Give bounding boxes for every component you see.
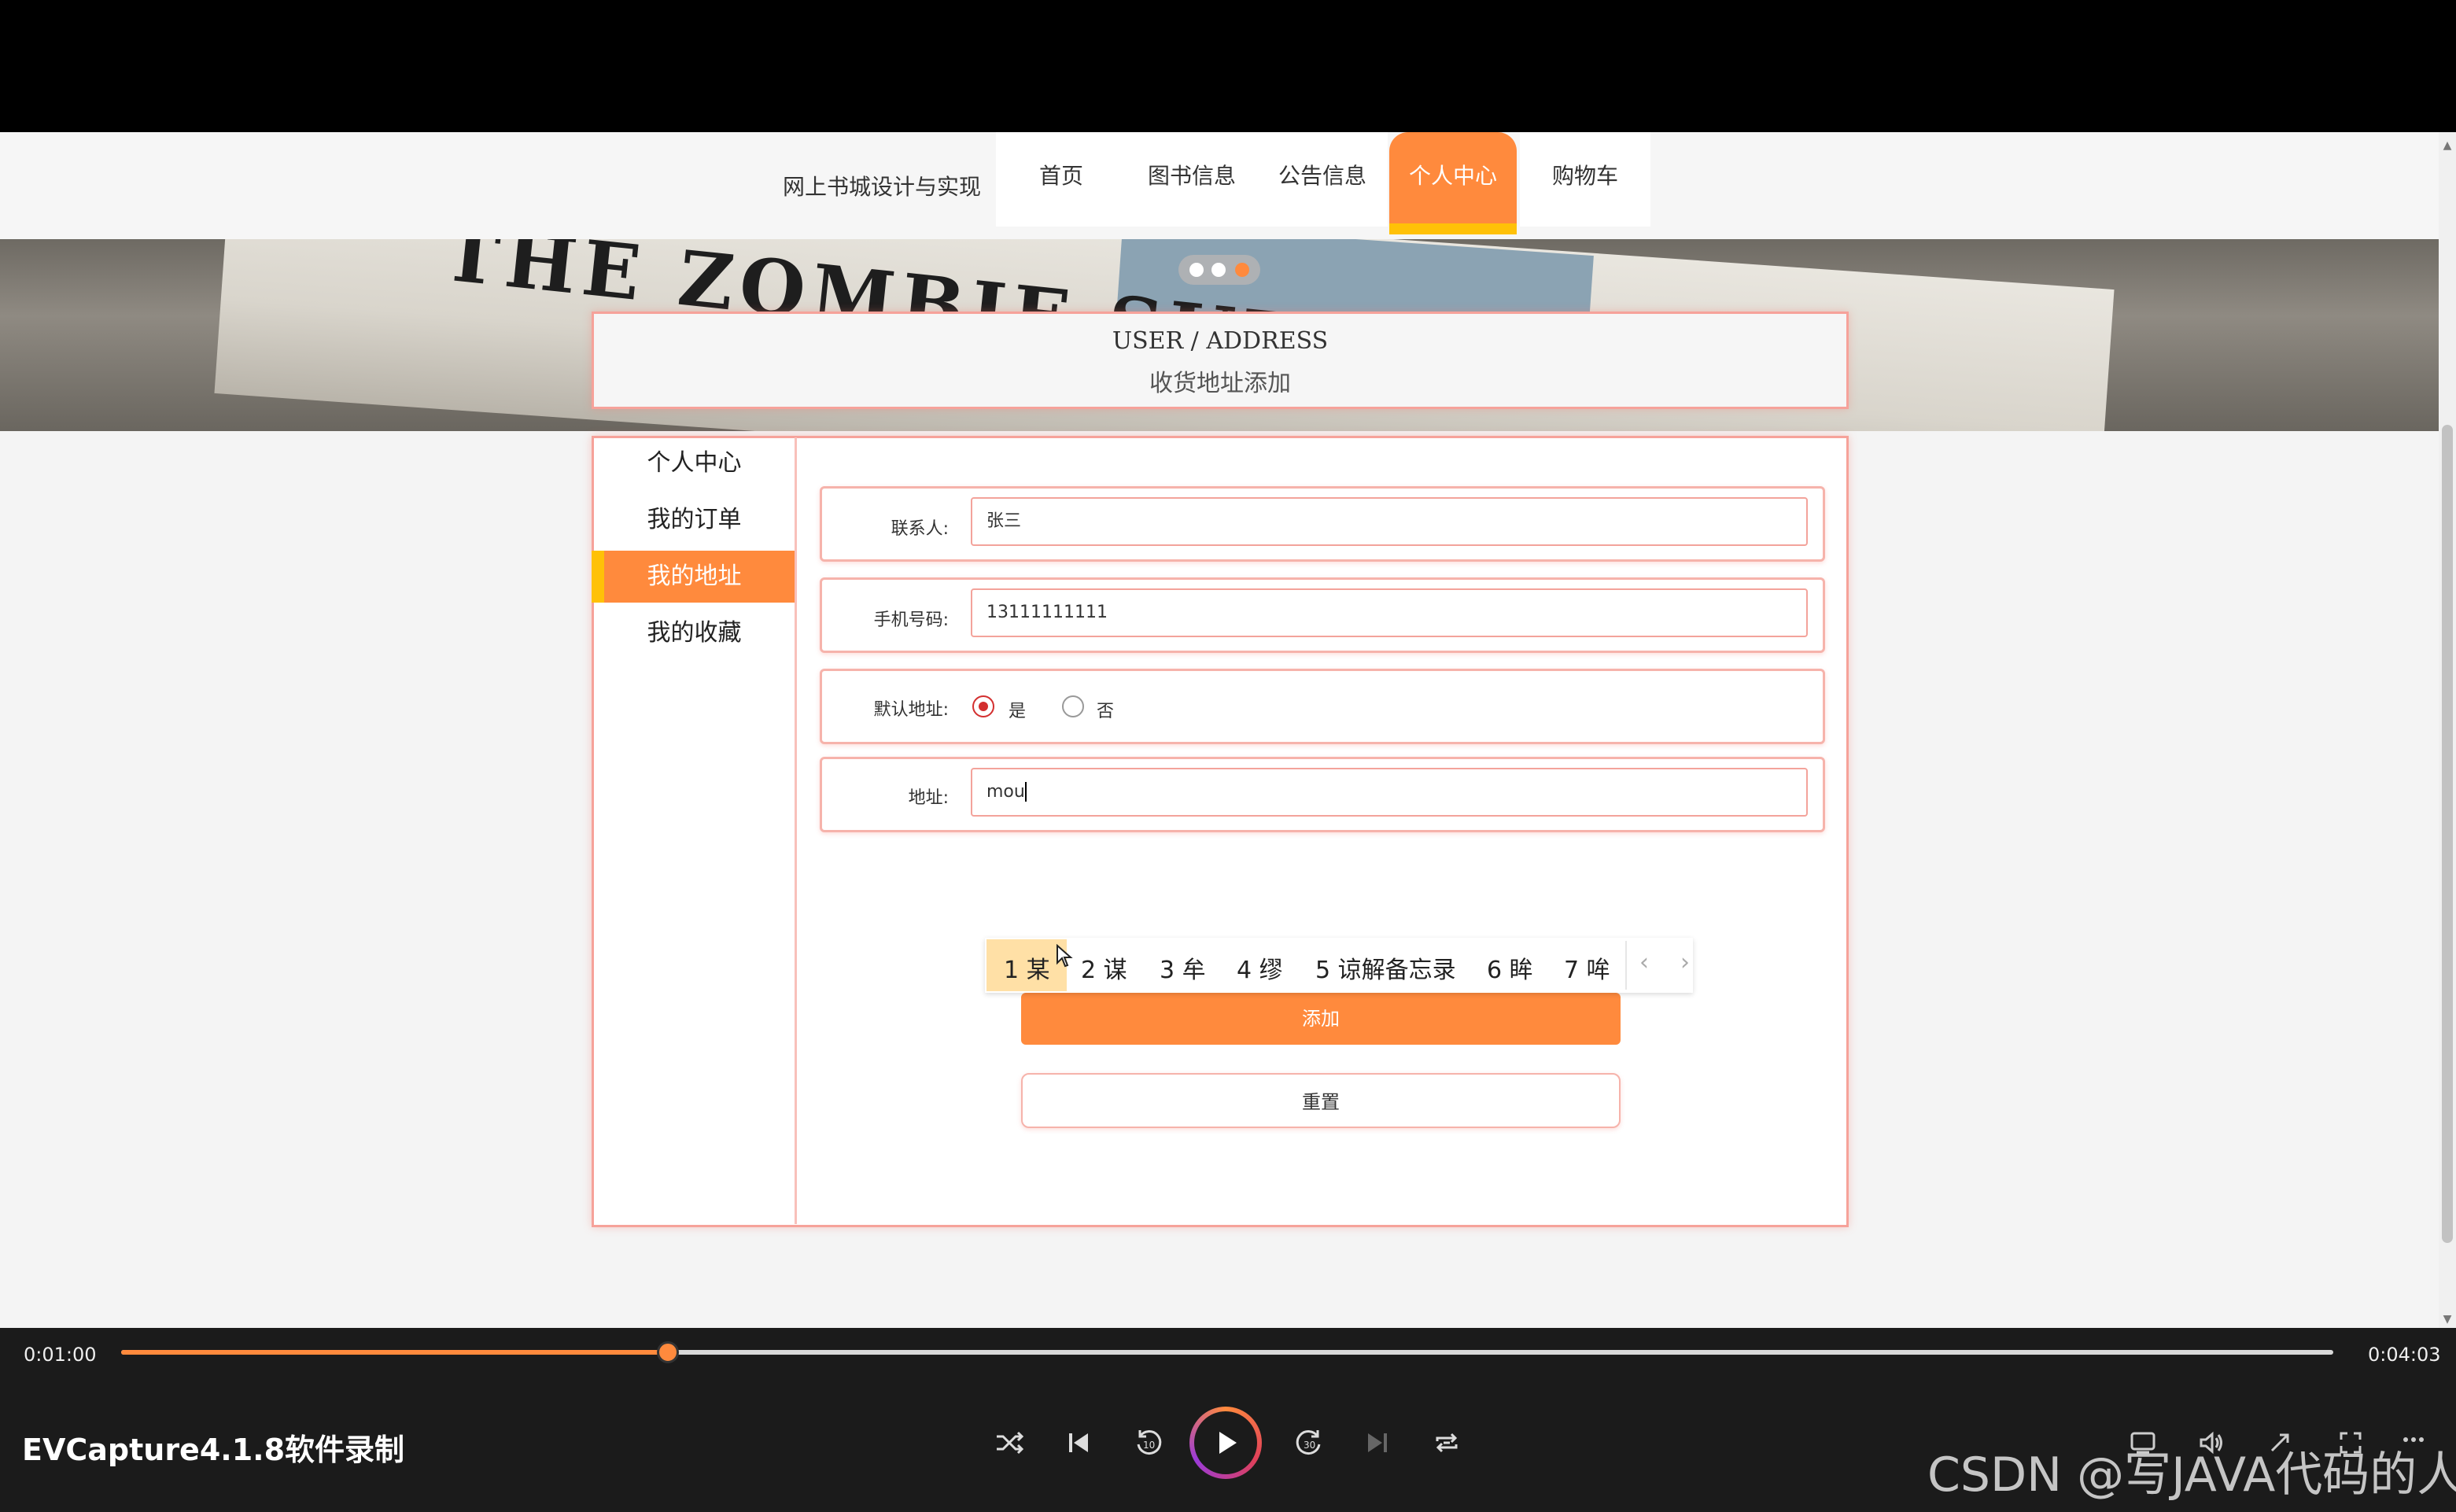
svg-text:30: 30 [1304,1440,1315,1451]
sidebar-item-orders[interactable]: 我的订单 [594,494,795,546]
phone-label: 手机号码: [873,610,949,630]
default-no-label[interactable]: 否 [1097,697,1114,722]
default-no-radio[interactable] [1062,695,1084,717]
default-yes-label[interactable]: 是 [1009,697,1026,722]
recorder-app-name: EVCapture4.1.8软件录制 [22,1433,405,1467]
nav-active-indicator [1389,223,1517,234]
progress-fill [121,1350,668,1355]
ime-candidate-6[interactable]: 6 眸 [1487,950,1533,985]
carousel-dot-3[interactable] [1235,263,1249,277]
text-caret: ​ [1024,782,1027,802]
address-input-text: mou [986,782,1025,802]
add-button[interactable]: 添加 [1021,993,1621,1045]
rewind-10-icon[interactable]: 10 [1128,1427,1167,1466]
radio-selected-dot [979,702,988,711]
svg-text:10: 10 [1143,1440,1155,1451]
scroll-down-icon[interactable]: ▼ [2439,1311,2456,1328]
video-top-bar [0,0,2456,132]
mouse-cursor-icon [1056,943,1073,974]
sidebar-active-indicator [592,551,604,603]
page-title-cn: 收货地址添加 [1149,370,1291,397]
scroll-up-icon[interactable]: ▲ [2439,137,2456,154]
sidebar-item-address[interactable]: 我的地址 [594,551,795,603]
site-title: 网上书城设计与实现 [783,174,982,200]
nav-personal-center[interactable]: 个人中心 [1389,132,1517,230]
carousel-dot-1[interactable] [1189,263,1204,277]
carousel-dot-2[interactable] [1211,263,1226,277]
forward-30-icon[interactable]: 30 [1290,1427,1329,1466]
page-title-en: USER / ADDRESS [1112,327,1329,355]
csdn-watermark: CSDN @写JAVA代码的人 [1927,1447,2456,1503]
repeat-icon[interactable] [1427,1427,1466,1466]
ime-candidate-2[interactable]: 2 谋 [1081,950,1127,985]
nav-books[interactable]: 图书信息 [1127,132,1257,227]
ime-next-page-icon[interactable]: › [1680,949,1690,976]
form-row-default-address [820,669,1825,744]
site-header: 网上书城设计与实现 首页 图书信息 公告信息 个人中心 购物车 [0,132,2439,239]
contact-input[interactable]: 张三 [971,497,1808,546]
shuffle-icon[interactable] [990,1427,1029,1466]
play-icon[interactable] [1194,1411,1257,1474]
total-time: 0:04:03 [2368,1344,2441,1366]
ime-candidate-7[interactable]: 7 哞 [1564,950,1610,985]
nav-cart[interactable]: 购物车 [1520,132,1650,227]
skip-next-icon[interactable] [1358,1427,1397,1466]
reset-button[interactable]: 重置 [1021,1073,1621,1128]
ime-prev-page-icon[interactable]: ‹ [1639,949,1649,976]
skip-previous-icon[interactable] [1059,1427,1098,1466]
address-label: 地址: [908,788,949,808]
nav-notice[interactable]: 公告信息 [1257,132,1388,227]
sidebar-divider [795,437,797,1224]
sidebar-item-favorites[interactable]: 我的收藏 [594,607,795,659]
progress-knob[interactable] [656,1341,679,1363]
ime-candidate-3[interactable]: 3 牟 [1160,950,1206,985]
ime-divider [1625,941,1627,990]
sidebar-item-personal-center[interactable]: 个人中心 [594,437,795,489]
address-input[interactable]: mou​ [971,768,1808,817]
ime-candidate-4[interactable]: 4 缪 [1237,950,1283,985]
ime-candidate-1[interactable]: 1 某 [1004,950,1050,985]
scrollbar-thumb[interactable] [2442,425,2453,1243]
nav-home[interactable]: 首页 [996,132,1127,227]
default-address-label: 默认地址: [873,700,949,720]
ime-candidate-5[interactable]: 5 谅解备忘录 [1315,950,1456,985]
phone-input[interactable]: 13111111111 [971,588,1808,637]
current-time: 0:01:00 [24,1344,97,1366]
contact-label: 联系人: [891,519,949,539]
